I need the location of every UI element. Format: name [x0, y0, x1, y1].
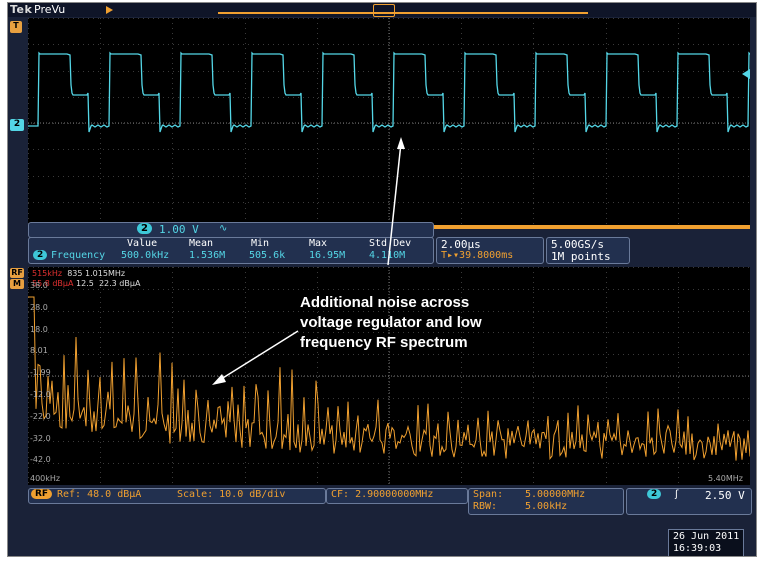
arrow-to-spectrum [217, 330, 299, 382]
annotation-line-1: Additional noise across [300, 294, 470, 311]
annotation-arrows [212, 137, 405, 385]
annotation-line-3: frequency RF spectrum [300, 334, 468, 351]
arrow-head-spectrum [212, 374, 226, 385]
arrow-head-time [397, 137, 405, 149]
annotation-line-2: voltage regulator and low [300, 314, 482, 331]
scope-screen: Tek PreVu T 2 2 1.00 V ∿ Value Mean Min … [7, 2, 757, 557]
annotation-text: Additional noise across voltage regulato… [300, 293, 482, 353]
arrow-to-time-trace [387, 142, 402, 266]
